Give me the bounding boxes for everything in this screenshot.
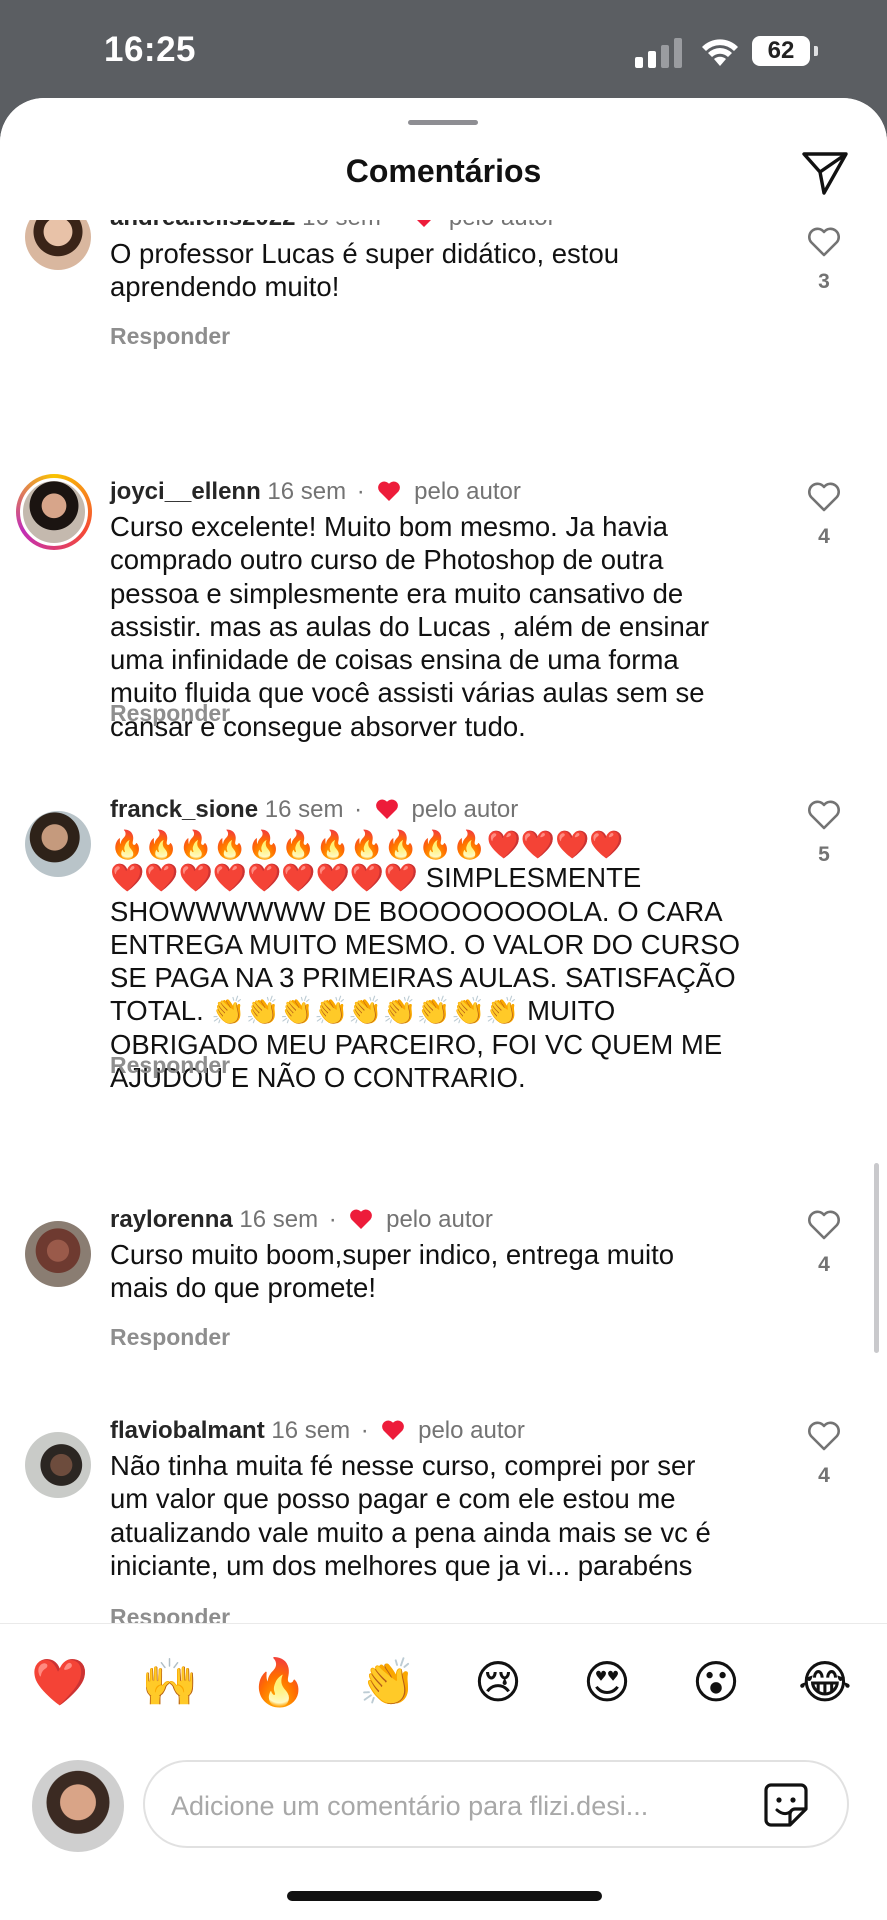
- comment-composer-area: ❤️ 🙌 🔥 👏 😢 😍 😮 😂: [0, 1623, 887, 1920]
- reaction-laughing-emoji[interactable]: 😂: [795, 1652, 855, 1712]
- comment-input[interactable]: [169, 1780, 733, 1832]
- comment-username[interactable]: joyci__ellenn: [110, 478, 261, 505]
- like-count: 5: [818, 843, 830, 866]
- meta-separator: ·: [354, 796, 363, 823]
- comment-username[interactable]: raylorenna: [110, 1206, 233, 1233]
- cellular-signal-icon: [635, 38, 687, 68]
- heart-outline-icon[interactable]: [807, 799, 841, 831]
- by-author-label: pelo autor: [386, 1206, 493, 1233]
- reaction-clap-emoji[interactable]: 👏: [358, 1652, 418, 1712]
- comment-meta: andrea.lelis2022 16 sem · pelo autor: [110, 220, 556, 232]
- liked-by-author-icon: [375, 799, 398, 819]
- wifi-icon: [702, 39, 738, 66]
- comment-meta: flaviobalmant 16 sem · pelo autor: [110, 1417, 525, 1445]
- sticker-icon[interactable]: [763, 1782, 809, 1828]
- meta-separator: ·: [356, 478, 365, 505]
- reaction-heart-emoji[interactable]: ❤️: [30, 1652, 90, 1712]
- heart-outline-icon[interactable]: [807, 226, 841, 258]
- avatar[interactable]: [25, 220, 91, 270]
- meta-separator: ·: [328, 1206, 337, 1233]
- liked-by-author-icon: [350, 1209, 373, 1229]
- status-time: 16:25: [104, 30, 197, 69]
- like-button[interactable]: 4: [801, 1209, 847, 1277]
- comment-time: 16 sem: [271, 1417, 351, 1444]
- like-count: 4: [818, 525, 830, 548]
- home-indicator: [287, 1891, 602, 1901]
- like-button[interactable]: 3: [801, 226, 847, 294]
- quick-reactions-bar: ❤️ 🙌 🔥 👏 😢 😍 😮 😂: [0, 1624, 887, 1742]
- heart-outline-icon[interactable]: [807, 481, 841, 513]
- grab-handle[interactable]: [408, 120, 478, 125]
- avatar[interactable]: [25, 811, 91, 877]
- like-button[interactable]: 4: [801, 481, 847, 549]
- comment-username[interactable]: flaviobalmant: [110, 1417, 265, 1444]
- liked-by-author-icon: [378, 481, 401, 501]
- reaction-fire-emoji[interactable]: 🔥: [249, 1652, 309, 1712]
- status-icons: 62: [635, 34, 821, 70]
- comments-list[interactable]: andrea.lelis2022 16 sem · pelo autor O p…: [0, 220, 887, 1623]
- comment-meta: joyci__ellenn 16 sem · pelo autor: [110, 478, 521, 506]
- avatar: [20, 478, 88, 546]
- by-author-label: pelo autor: [411, 796, 519, 823]
- reaction-crying-emoji[interactable]: 😢: [468, 1652, 528, 1712]
- by-author-label: pelo autor: [418, 1417, 525, 1444]
- scroll-indicator[interactable]: [874, 1163, 879, 1353]
- by-author-label: pelo autor: [414, 478, 521, 505]
- like-count: 3: [818, 270, 830, 293]
- comment-username[interactable]: franck_sione: [110, 796, 258, 823]
- reaction-heart-eyes-emoji[interactable]: 😍: [577, 1652, 637, 1712]
- current-user-avatar: [32, 1760, 124, 1852]
- comment-time: 16 sem: [264, 796, 344, 823]
- comment-input-box[interactable]: [143, 1760, 849, 1848]
- comment-meta: franck_sione 16 sem · pelo autor: [110, 796, 518, 824]
- reply-button[interactable]: Responder: [110, 1052, 230, 1079]
- like-button[interactable]: 4: [801, 1420, 847, 1488]
- battery-level: 62: [752, 36, 810, 66]
- comment-time: 16 sem: [239, 1206, 319, 1233]
- heart-outline-icon[interactable]: [807, 1209, 841, 1241]
- comment-username[interactable]: andrea.lelis2022: [110, 220, 295, 231]
- send-icon[interactable]: [801, 150, 849, 196]
- reaction-surprised-emoji[interactable]: 😮: [686, 1652, 746, 1712]
- meta-separator: ·: [360, 1417, 369, 1444]
- avatar[interactable]: [25, 1432, 91, 1498]
- comment-time: 16 sem: [267, 478, 347, 505]
- comment-text: O professor Lucas é super didático, esto…: [110, 238, 620, 303]
- comments-sheet: Comentários andrea.lelis2022 16 sem · pe…: [0, 98, 887, 1920]
- reaction-raised-hands-emoji[interactable]: 🙌: [140, 1652, 200, 1712]
- comment-text: Não tinha muita fé nesse curso, comprei …: [110, 1450, 711, 1581]
- like-count: 4: [818, 1464, 830, 1487]
- sheet-header: Comentários: [0, 98, 887, 220]
- comment-text: Curso muito boom,super indico, entrega m…: [110, 1239, 675, 1304]
- comment-time: 16 sem: [302, 220, 381, 231]
- liked-by-author-icon: [417, 220, 432, 227]
- status-bar: 16:25 62: [0, 0, 887, 98]
- sheet-title: Comentários: [345, 153, 542, 189]
- like-button[interactable]: 5: [801, 799, 847, 867]
- avatar[interactable]: [25, 1221, 91, 1287]
- avatar-with-story-ring[interactable]: [16, 474, 92, 550]
- reply-button[interactable]: Responder: [110, 323, 230, 350]
- by-author-label: pelo autor: [449, 220, 556, 231]
- reply-button[interactable]: Responder: [110, 700, 230, 727]
- like-count: 4: [818, 1253, 830, 1276]
- battery-tip: [814, 46, 818, 56]
- heart-outline-icon[interactable]: [807, 1420, 841, 1452]
- comment-meta: raylorenna 16 sem · pelo autor: [110, 1206, 493, 1234]
- reply-button[interactable]: Responder: [110, 1604, 230, 1623]
- liked-by-author-icon: [382, 1420, 405, 1440]
- reply-button[interactable]: Responder: [110, 1324, 230, 1351]
- meta-separator: ·: [392, 220, 400, 231]
